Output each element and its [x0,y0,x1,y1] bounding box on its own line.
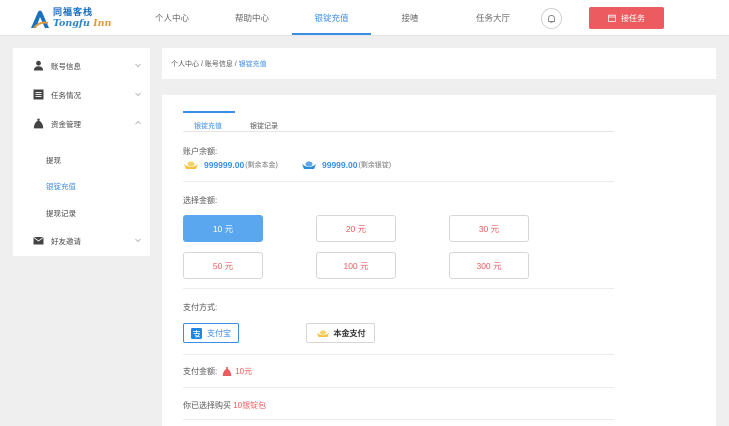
breadcrumb-path[interactable]: 个人中心 / 账号信息 / [171,61,239,68]
principal-amount: 999999.00 [204,160,245,170]
chevron-down-icon [135,92,141,97]
breadcrumb-current: 银锭充值 [238,61,267,68]
user-icon [33,60,44,71]
pay-amount-value: 10元 [235,367,253,376]
tab-ingot-records[interactable]: 银锭记录 [250,121,278,131]
alipay-label: 支付宝 [207,328,231,338]
site-logo[interactable]: 同福客栈 Tongfu Inn [29,7,111,31]
chevron-up-icon [135,120,141,125]
tab-ingot-recharge[interactable]: 银锭充值 [194,121,222,131]
logo-english-name: Tongfu Inn [53,18,112,30]
sidebar-item-label: 账号信息 [51,61,81,71]
gold-ingot-icon [316,329,329,337]
amount-option-300[interactable]: 300 元 [449,252,529,279]
money-bag-icon [222,367,232,376]
amount-option-50[interactable]: 50 元 [183,252,263,279]
alipay-button[interactable]: 支付宝 [183,323,239,343]
sidebar-item-task-status[interactable]: 任务情况 [13,84,150,106]
sidebar-item-fund-management[interactable]: 资金管理 [13,113,150,135]
accept-task-button[interactable]: 接任务 [589,7,664,29]
sidebar: 账号信息 任务情况 资金管理 提现 银锭充值 提现记录 好友邀请 [13,48,150,256]
nav-active-underline [292,33,371,35]
sidebar-sub-ingot-recharge[interactable]: 银锭充值 [46,181,76,192]
gold-ingot-icon [184,161,198,169]
sidebar-item-friend-invite[interactable]: 好友邀请 [13,230,150,252]
sidebar-sub-withdraw-records[interactable]: 提现记录 [46,208,76,219]
list-icon [33,89,44,100]
balance-pay-label: 本金支付 [333,328,366,338]
nav-task-hall[interactable]: 任务大厅 [463,0,523,36]
payment-method-label: 支付方式: [183,303,218,312]
balance-pay-button[interactable]: 本金支付 [306,323,375,343]
breadcrumb: 个人中心 / 账号信息 / 银锭充值 [171,59,267,69]
sidebar-item-label: 任务情况 [51,90,81,100]
balance-label: 账户余额: [183,147,218,156]
tab-divider [183,131,614,132]
chevron-down-icon [135,238,141,243]
bell-icon [548,14,555,23]
sidebar-sub-withdraw[interactable]: 提现 [46,155,61,166]
principal-note: (剩余本金) [245,162,278,169]
tab-active-underline [183,111,235,113]
nav-personal-center[interactable]: 个人中心 [148,0,196,36]
sidebar-item-label: 资金管理 [51,119,81,129]
purchase-summary: 你已选择购买 10银锭包 [183,400,266,411]
ingot-amount: 99999.00 [322,160,358,170]
section-divider [183,387,614,388]
mail-icon [33,237,44,245]
alipay-icon [191,327,202,339]
money-bag-icon [33,118,44,129]
amount-option-30[interactable]: 30 元 [449,215,529,242]
sidebar-item-label: 好友邀请 [51,236,81,246]
notification-button[interactable] [541,8,562,29]
section-divider [183,181,614,182]
amount-option-20[interactable]: 20 元 [316,215,396,242]
principal-balance: 999999.00 (剩余本金) [183,160,278,170]
pay-amount-label: 支付金额: [183,367,218,376]
silver-ingot-icon [302,161,316,169]
section-divider [183,419,614,420]
accept-task-label: 接任务 [621,13,645,23]
nav-ingot-recharge[interactable]: 银锭充值 [292,0,371,36]
amount-option-100[interactable]: 100 元 [316,252,396,279]
pay-amount-row: 支付金额: 10元 [183,366,252,377]
chevron-down-icon [135,63,141,68]
breadcrumb-bar: 个人中心 / 账号信息 / 银锭充值 [162,48,716,79]
ingot-note: (剩余银锭) [358,162,392,169]
nav-jiezha[interactable]: 接喳 [392,0,428,36]
amount-label: 选择金额: [183,196,218,205]
logo-chinese-name: 同福客栈 [53,8,94,19]
purchase-summary-prefix: 你已选择购买 [183,401,234,410]
amount-option-10[interactable]: 10 元 [183,215,263,242]
section-divider [183,354,614,355]
nav-help-center[interactable]: 帮助中心 [228,0,276,36]
logo-icon [31,10,49,29]
top-header: 同福客栈 Tongfu Inn 个人中心 帮助中心 银锭充值 接喳 任务大厅 接… [0,0,729,36]
sidebar-item-account-info[interactable]: 账号信息 [13,55,150,77]
section-divider [183,288,614,289]
calendar-icon [608,14,616,22]
ingot-balance: 99999.00 (剩余银锭) [301,160,391,170]
purchase-summary-value: 10银锭包 [233,401,267,410]
